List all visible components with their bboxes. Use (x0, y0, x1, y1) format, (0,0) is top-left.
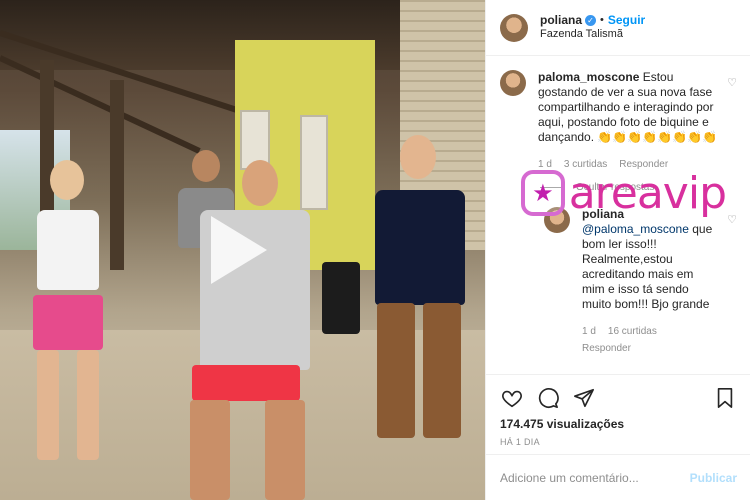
reply-time[interactable]: 1 d (582, 324, 596, 339)
like-comment-icon[interactable]: ♡ (727, 76, 737, 89)
verified-icon: ✓ (585, 15, 597, 27)
wooden-pillar (110, 80, 124, 270)
post-video[interactable] (0, 0, 485, 500)
publish-button[interactable]: Publicar (690, 471, 737, 485)
window (300, 115, 328, 210)
view-count[interactable]: 174.475 visualizações (500, 417, 737, 431)
heart-icon[interactable] (500, 386, 524, 410)
comment-item: paloma_moscone Estou gostando de ver a s… (500, 70, 737, 172)
bookmark-icon[interactable] (713, 386, 737, 410)
watermark-text: areavip (568, 167, 727, 219)
post-time[interactable]: HÁ 1 DIA (500, 437, 737, 447)
reply-likes[interactable]: 16 curtidas (608, 324, 657, 339)
speaker (322, 262, 360, 334)
reply-reply-button[interactable]: Responder (582, 341, 631, 356)
like-reply-icon[interactable]: ♡ (727, 213, 737, 226)
play-icon[interactable] (211, 216, 267, 284)
reply-item: poliana @paloma_moscone que bom ler isso… (544, 207, 737, 356)
post-actions: 174.475 visualizações HÁ 1 DIA (486, 374, 750, 447)
add-comment-bar: Publicar (486, 454, 750, 500)
separator-dot: • (600, 13, 604, 26)
star-icon: ★ (521, 170, 565, 216)
post-details-panel: poliana ✓ • Seguir Fazenda Talismã palom… (485, 0, 750, 500)
location-link[interactable]: Fazenda Talismã (540, 28, 645, 42)
author-username[interactable]: poliana (540, 13, 582, 28)
post-header: poliana ✓ • Seguir Fazenda Talismã (486, 0, 750, 56)
share-icon[interactable] (572, 386, 596, 410)
author-avatar[interactable] (500, 13, 528, 42)
commenter-username[interactable]: paloma_moscone (538, 70, 639, 84)
comment-input[interactable] (500, 470, 690, 485)
areavip-watermark: ★ areavip (521, 166, 727, 220)
comment-icon[interactable] (536, 386, 560, 410)
commenter-avatar[interactable] (500, 70, 526, 96)
follow-button[interactable]: Seguir (608, 13, 645, 28)
reply-mention[interactable]: @paloma_moscone (582, 222, 689, 236)
